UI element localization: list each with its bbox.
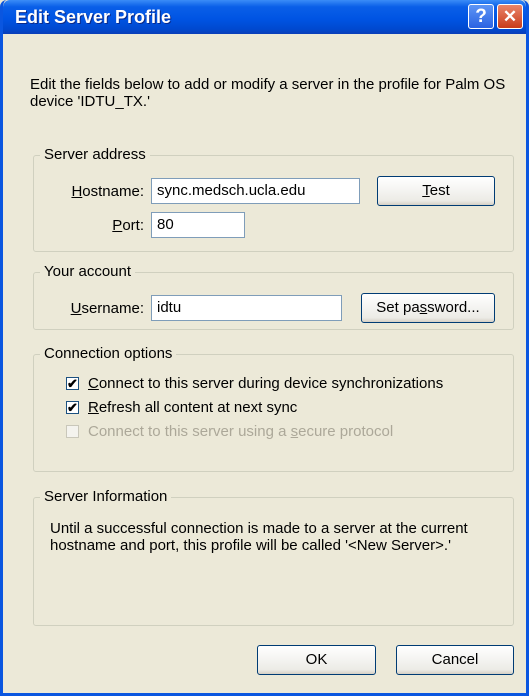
sync-connect-checkbox[interactable]: ✔ — [66, 377, 79, 390]
help-button[interactable]: ? — [468, 4, 494, 29]
port-label: Port: — [112, 217, 144, 234]
username-label: Username: — [70, 300, 144, 317]
server-information-text: Until a successful connection is made to… — [50, 520, 468, 554]
server-information-group: Server Information Until a successful co… — [33, 488, 514, 626]
username-input[interactable]: idtu — [151, 295, 342, 321]
account-legend: Your account — [40, 263, 136, 280]
hostname-label: Hostname: — [71, 183, 144, 200]
refresh-content-label: Refresh all content at next sync — [88, 399, 298, 416]
intro-text: Edit the fields below to add or modify a… — [30, 76, 506, 110]
server-information-legend: Server Information — [40, 488, 172, 505]
account-group: Your account Username: idtu Set password… — [33, 263, 514, 330]
server-address-legend: Server address — [40, 146, 150, 163]
dialog-body: Edit the fields below to add or modify a… — [3, 34, 526, 693]
title-bar[interactable]: Edit Server Profile ? ✕ — [3, 0, 526, 34]
test-button[interactable]: Test — [377, 176, 495, 206]
connection-options-legend: Connection options — [40, 345, 177, 362]
cancel-button[interactable]: Cancel — [396, 645, 514, 675]
refresh-content-checkbox[interactable]: ✔ — [66, 401, 79, 414]
help-icon: ? — [475, 6, 487, 27]
secure-protocol-label: Connect to this server using a secure pr… — [88, 423, 394, 440]
sync-connect-label: Connect to this server during device syn… — [88, 375, 444, 392]
close-button[interactable]: ✕ — [497, 4, 523, 29]
secure-protocol-checkbox — [66, 425, 79, 438]
connection-options-group: Connection options ✔ Connect to this ser… — [33, 345, 514, 472]
port-input[interactable]: 80 — [151, 212, 245, 238]
set-password-button[interactable]: Set password... — [361, 293, 495, 323]
server-address-group: Server address Hostname: sync.medsch.ucl… — [33, 146, 514, 252]
dialog-title: Edit Server Profile — [15, 7, 172, 27]
ok-button[interactable]: OK — [257, 645, 376, 675]
close-icon: ✕ — [502, 7, 518, 26]
hostname-input[interactable]: sync.medsch.ucla.edu — [151, 178, 360, 204]
edit-server-profile-dialog: Edit Server Profile ? ✕ Edit the fields … — [0, 0, 529, 696]
